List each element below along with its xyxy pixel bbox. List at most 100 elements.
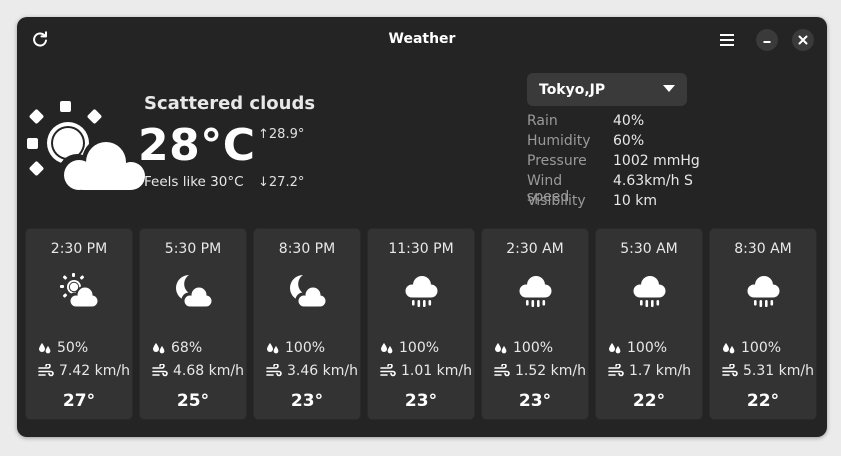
forecast-card: 2:30 PM 50% 7.42 km/h 27° [25, 228, 133, 420]
forecast-card: 11:30 PM 100% 1.01 km/h 23° [367, 228, 475, 420]
forecast-temperature: 22° [632, 391, 666, 411]
wind-value: 1.52 km/h [515, 363, 586, 379]
rain-value: 100% [285, 340, 326, 356]
forecast-wind: 3.46 km/h [266, 363, 358, 379]
wind-value: 5.31 km/h [743, 363, 814, 379]
detail-value: 60% [613, 133, 645, 149]
low-temperature: ↓27.2° [258, 175, 304, 190]
forecast-wind: 4.68 km/h [152, 363, 244, 379]
caret-down-icon [663, 85, 675, 92]
raindrops-icon [39, 343, 51, 354]
forecast-card: 2:30 AM 100% 1.52 km/h 23° [481, 228, 589, 420]
forecast-time: 2:30 PM [50, 241, 108, 257]
forecast-temperature: 23° [290, 391, 324, 411]
detail-label: Visibility [527, 193, 586, 209]
forecast-rain: 100% [608, 340, 667, 356]
close-icon [798, 35, 808, 45]
wind-value: 7.42 km/h [59, 363, 130, 379]
forecast-time: 5:30 PM [164, 241, 222, 257]
forecast-time: 8:30 PM [278, 241, 336, 257]
weather-window: Weather Scattered clouds 28°C ↑28.9° ↓27… [17, 17, 827, 437]
high-temperature: ↑28.9° [258, 127, 304, 142]
forecast-card: 8:30 AM 100% 5.31 km/h 22° [709, 228, 817, 420]
forecast-rain: 100% [494, 340, 553, 356]
detail-label: Pressure [527, 153, 587, 169]
detail-value: 40% [613, 113, 645, 129]
partly-cloudy-day-icon [27, 101, 149, 193]
forecast-time: 11:30 PM [388, 241, 454, 257]
detail-label: Rain [527, 113, 558, 129]
forecast-card: 5:30 AM 100% 1.7 km/h 22° [595, 228, 703, 420]
forecast-time: 5:30 AM [620, 241, 678, 257]
wind-icon [152, 364, 168, 377]
forecast-wind: 1.01 km/h [380, 363, 472, 379]
wind-value: 1.7 km/h [629, 363, 692, 379]
forecast-rain: 50% [38, 340, 88, 356]
partly-cloudy-night-icon [176, 275, 213, 308]
forecast-rain: 68% [152, 340, 202, 356]
rain-value: 68% [171, 340, 203, 356]
raindrops-icon [723, 343, 735, 354]
detail-value: 4.63km/h S [613, 173, 693, 189]
raindrops-icon [609, 343, 621, 354]
rain-icon [519, 276, 552, 307]
wind-value: 1.01 km/h [401, 363, 472, 379]
rain-value: 100% [513, 340, 554, 356]
feels-like: Feels like 30°C [144, 174, 244, 190]
location-value: Tokyo,JP [539, 81, 606, 98]
forecast-rain: 100% [266, 340, 325, 356]
wind-icon [722, 364, 738, 377]
low-value: 27.2° [268, 175, 305, 190]
forecast-temperature: 27° [62, 391, 96, 411]
close-button[interactable] [792, 29, 814, 51]
wind-icon [380, 364, 396, 377]
partly-cloudy-day-icon [60, 273, 99, 308]
main-menu-button[interactable] [714, 28, 740, 52]
forecast-wind: 1.7 km/h [608, 363, 691, 379]
wind-value: 4.68 km/h [173, 363, 244, 379]
wind-icon [608, 364, 624, 377]
forecast-temperature: 23° [404, 391, 438, 411]
minimize-button[interactable] [756, 29, 778, 51]
wind-icon [494, 364, 510, 377]
forecast-card: 8:30 PM 100% 3.46 km/h 23° [253, 228, 361, 420]
minimize-icon [763, 41, 771, 43]
current-temperature: 28°C [138, 120, 256, 171]
weather-description: Scattered clouds [144, 93, 316, 114]
raindrops-icon [267, 343, 279, 354]
wind-value: 3.46 km/h [287, 363, 358, 379]
forecast-rain: 100% [380, 340, 439, 356]
rain-value: 100% [399, 340, 440, 356]
rain-value: 100% [741, 340, 782, 356]
forecast-wind: 1.52 km/h [494, 363, 586, 379]
arrow-down-icon: ↓ [258, 175, 269, 190]
arrow-up-icon: ↑ [258, 127, 269, 142]
rain-icon [405, 276, 438, 307]
forecast-wind: 7.42 km/h [38, 363, 130, 379]
forecast-card: 5:30 PM 68% 4.68 km/h 25° [139, 228, 247, 420]
rain-icon [747, 276, 780, 307]
forecast-time: 8:30 AM [734, 241, 792, 257]
rain-icon [633, 276, 666, 307]
forecast-time: 2:30 AM [506, 241, 564, 257]
detail-value: 10 km [613, 193, 658, 209]
rain-value: 100% [627, 340, 668, 356]
forecast-temperature: 23° [518, 391, 552, 411]
wind-icon [266, 364, 282, 377]
location-dropdown[interactable]: Tokyo,JP [527, 73, 687, 106]
raindrops-icon [381, 343, 393, 354]
partly-cloudy-night-icon [290, 275, 327, 308]
high-value: 28.9° [268, 127, 305, 142]
hamburger-menu-icon [720, 34, 734, 46]
detail-value: 1002 mmHg [613, 153, 700, 169]
forecast-rain: 100% [722, 340, 781, 356]
forecast-wind: 5.31 km/h [722, 363, 814, 379]
forecast-temperature: 22° [746, 391, 780, 411]
header-bar: Weather [17, 17, 827, 63]
detail-label: Humidity [527, 133, 591, 149]
rain-value: 50% [57, 340, 89, 356]
window-title: Weather [388, 31, 456, 47]
raindrops-icon [153, 343, 165, 354]
raindrops-icon [495, 343, 507, 354]
wind-icon [38, 364, 54, 377]
